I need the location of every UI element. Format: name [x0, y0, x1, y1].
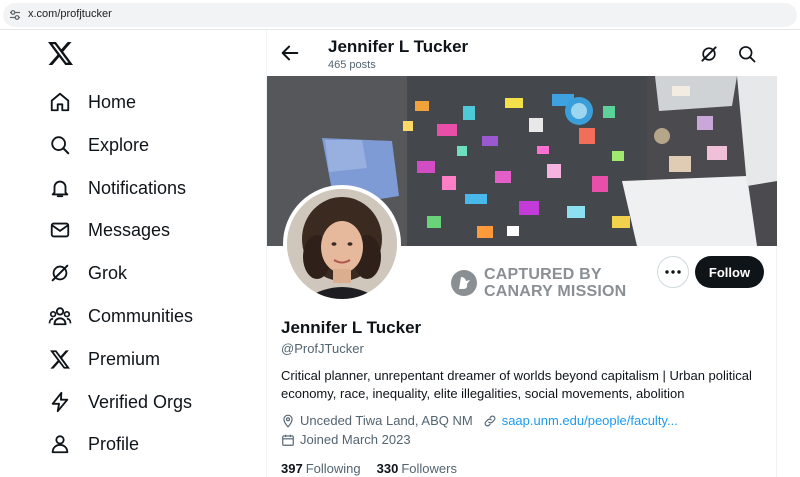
following-count: 397 — [281, 461, 303, 476]
nav-label: Notifications — [88, 177, 187, 198]
profile-avatar[interactable] — [283, 185, 401, 303]
nav-premium[interactable]: Premium — [46, 341, 246, 377]
watermark-line-1: CAPTURED BY — [484, 266, 602, 283]
nav-profile[interactable]: Profile — [46, 426, 246, 462]
follow-stats: 397 Following 330 Followers — [281, 461, 457, 476]
nav-home[interactable]: Home — [46, 84, 246, 120]
canary-mission-watermark: CAPTURED BY CANARY MISSION — [450, 266, 626, 300]
canary-logo-icon — [451, 270, 477, 296]
profile-meta-row: Unceded Tiwa Land, ABQ NM saap.unm.edu/p… — [281, 413, 678, 428]
url-text[interactable]: x.com/profjtucker — [28, 8, 112, 20]
lightning-icon — [46, 388, 74, 416]
profile-joined-date: Joined March 2023 — [300, 432, 411, 447]
nav-explore[interactable]: Explore — [46, 127, 246, 163]
back-arrow-icon[interactable] — [279, 42, 301, 64]
profile-header-bar: Jennifer L Tucker 465 posts — [267, 30, 777, 76]
nav-grok[interactable]: Grok — [46, 255, 246, 291]
followers-label: Followers — [401, 461, 457, 476]
search-icon — [46, 131, 74, 159]
nav-label: Profile — [88, 433, 140, 454]
browser-address-bar: x.com/profjtucker — [0, 0, 800, 30]
more-dots-icon — [665, 270, 681, 274]
profile-bio: Critical planner, unrepentant dreamer of… — [281, 368, 752, 401]
url-pill[interactable] — [3, 3, 797, 27]
profile-handle: @ProfJTucker — [281, 341, 364, 356]
profile-location: Unceded Tiwa Land, ABQ NM — [300, 413, 473, 428]
post-count: 465 posts — [328, 59, 376, 71]
more-options-button[interactable] — [657, 256, 689, 288]
nav-label: Verified Orgs — [88, 391, 193, 412]
followers-stat[interactable]: 330 Followers — [377, 461, 457, 476]
location-pin-icon — [283, 414, 293, 428]
nav-label: Communities — [88, 305, 194, 326]
nav-label: Grok — [88, 262, 128, 283]
followers-count: 330 — [376, 461, 399, 476]
people-icon — [46, 302, 74, 330]
header-profile-name: Jennifer L Tucker — [328, 37, 469, 56]
nav-label: Premium — [88, 348, 161, 369]
profile-website-link[interactable]: saap.unm.edu/people/faculty... — [502, 413, 678, 428]
grok-icon[interactable] — [699, 44, 719, 64]
nav-communities[interactable]: Communities — [46, 298, 246, 334]
nav-notifications[interactable]: Notifications — [46, 170, 246, 206]
grok-icon — [46, 259, 74, 287]
following-label: Following — [305, 461, 361, 476]
nav-messages[interactable]: Messages — [46, 212, 246, 248]
person-icon — [46, 430, 74, 458]
link-icon — [484, 415, 496, 426]
following-stat[interactable]: 397 Following — [281, 461, 361, 476]
calendar-icon — [282, 434, 294, 446]
nav-label: Home — [88, 91, 137, 112]
watermark-line-2: CANARY MISSION — [484, 283, 627, 300]
search-icon[interactable] — [737, 44, 757, 64]
nav-verified-orgs[interactable]: Verified Orgs — [46, 384, 246, 420]
bell-icon — [46, 174, 74, 202]
profile-display-name: Jennifer L Tucker — [281, 318, 422, 337]
nav-label: Explore — [88, 134, 150, 155]
site-settings-icon[interactable] — [9, 9, 21, 21]
x-logo-icon — [46, 345, 74, 373]
follow-button[interactable]: Follow — [695, 256, 764, 288]
x-logo-icon[interactable] — [48, 42, 73, 65]
nav-label: Messages — [88, 219, 171, 240]
home-icon — [46, 88, 74, 116]
mail-icon — [46, 216, 74, 244]
profile-column: Jennifer L Tucker 465 posts CAPTURED BY … — [266, 30, 777, 477]
profile-joined-row: Joined March 2023 — [281, 432, 411, 447]
